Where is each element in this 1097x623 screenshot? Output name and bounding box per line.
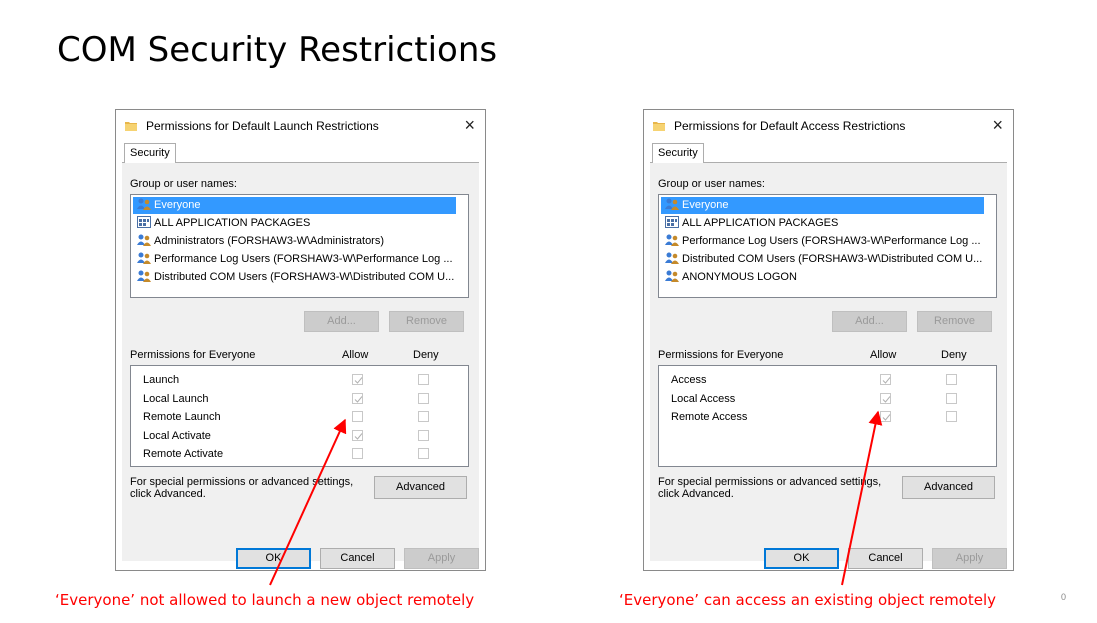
tab-security[interactable]: Security [652,143,704,163]
arrow-access [841,410,883,586]
arrow-launch [269,418,347,586]
tab-security[interactable]: Security [124,143,176,163]
annotation-arrows [269,410,883,586]
